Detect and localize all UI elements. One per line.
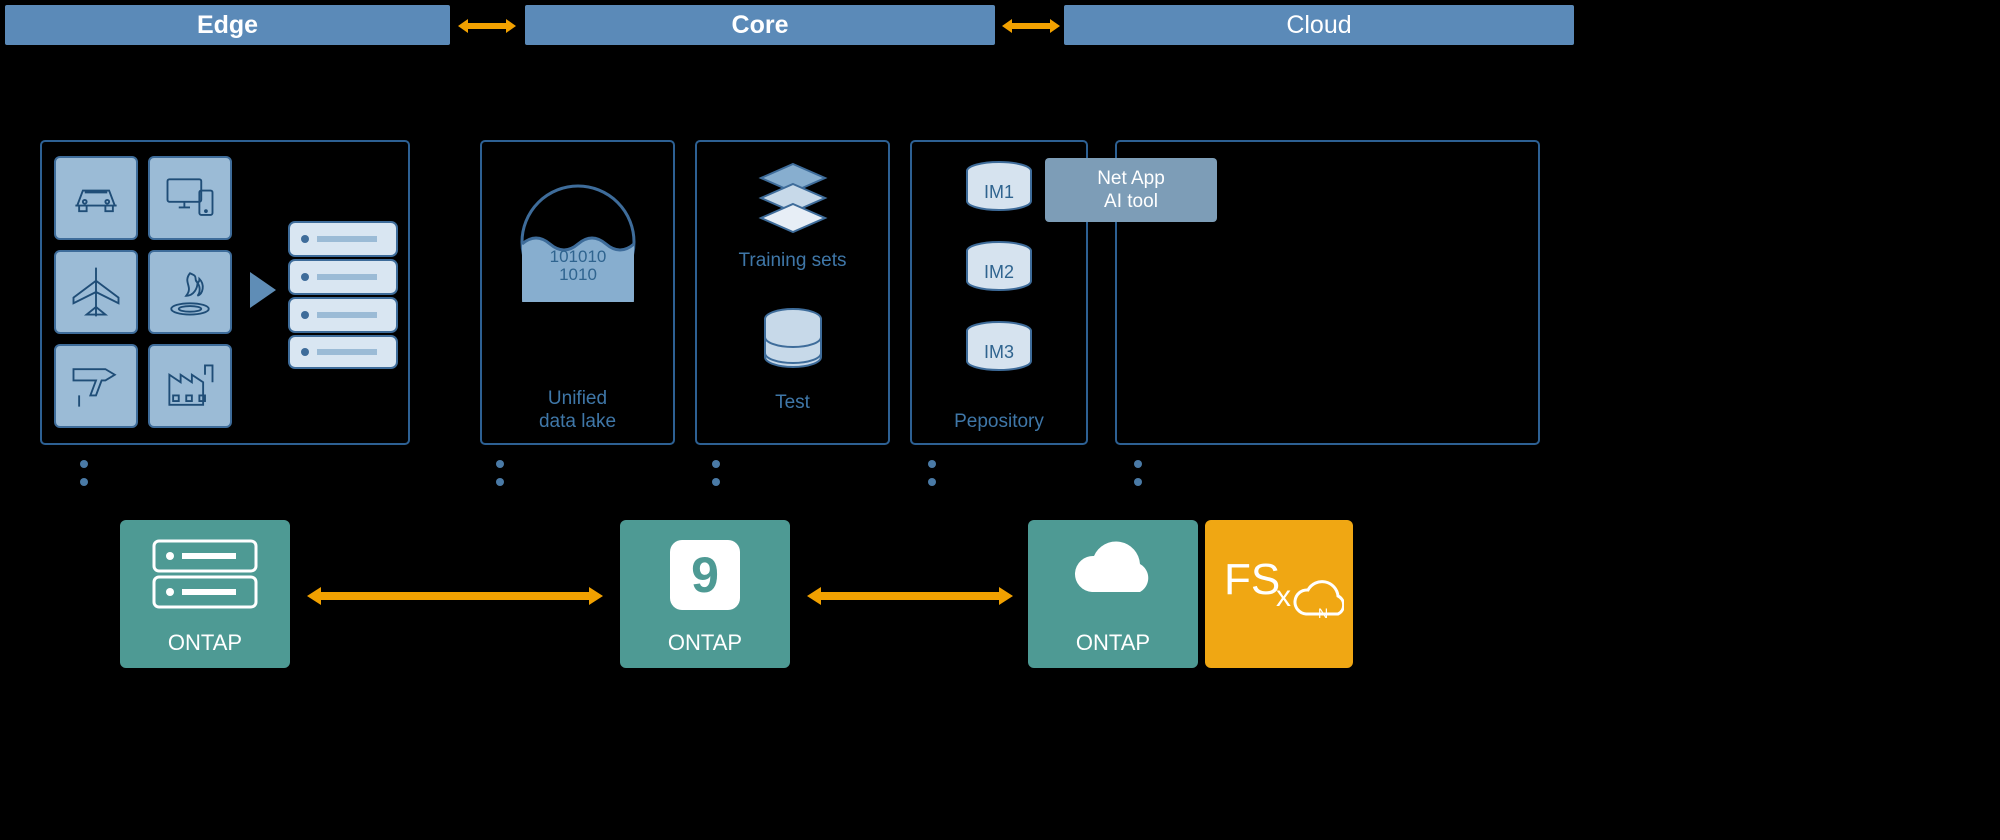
panel-data-lake: 101010 1010 Unified data lake (480, 140, 675, 445)
edge-server-icon (287, 220, 399, 375)
source-airplane-icon (54, 250, 138, 334)
repo-item-im2: IM2 (960, 240, 1038, 298)
ontap-edge-label: ONTAP (168, 630, 242, 656)
header-edge: Edge (5, 5, 450, 45)
connector-dots-repo (928, 460, 936, 486)
test-label: Test (697, 392, 888, 414)
arrow-ontap-edge-core-icon (305, 585, 605, 612)
arrow-core-cloud-icon (1000, 17, 1062, 35)
repo-item-im3: IM3 (960, 320, 1038, 378)
ontap-edge-card: ONTAP (120, 520, 290, 668)
panel-training-test: Training sets Test (695, 140, 890, 445)
play-arrow-icon (250, 272, 276, 308)
ontap-core-label: ONTAP (668, 630, 742, 656)
ontap-server-icon (120, 520, 290, 630)
ontap-cloud-label: ONTAP (1076, 630, 1150, 656)
panel-edge (40, 140, 410, 445)
arrow-edge-core-icon (456, 17, 518, 35)
fsx-card: FS x N (1205, 520, 1353, 668)
source-monitor-mobile-icon (148, 156, 232, 240)
svg-text:x: x (1276, 580, 1291, 613)
source-factory-icon (148, 344, 232, 428)
netapp-ai-tool-card: Net App AI tool (1045, 158, 1217, 222)
header-cloud: Cloud (1064, 5, 1574, 45)
ontap-cloud-card: ONTAP (1028, 520, 1198, 668)
connector-dots-train (712, 460, 720, 486)
repo-item-im1: IM1 (960, 160, 1038, 218)
repository-label: Pepository (912, 410, 1086, 433)
connector-dots-lake (496, 460, 504, 486)
connector-dots-edge (80, 460, 88, 486)
arrow-ontap-core-cloud-icon (805, 585, 1015, 612)
data-lake-icon: 101010 1010 (518, 182, 638, 302)
connector-dots-cloud (1134, 460, 1142, 486)
header-core: Core (525, 5, 995, 45)
source-fire-icon (148, 250, 232, 334)
ontap-version-badge: 9 (670, 540, 740, 610)
svg-text:101010: 101010 (549, 247, 606, 266)
ontap-core-card: 9 ONTAP (620, 520, 790, 668)
svg-text:1010: 1010 (559, 265, 597, 284)
svg-text:FS: FS (1224, 555, 1280, 604)
data-lake-label: Unified data lake (482, 387, 673, 433)
source-car-icon (54, 156, 138, 240)
svg-text:N: N (1318, 605, 1328, 621)
ontap-cloud-icon (1028, 520, 1198, 630)
source-camera-icon (54, 344, 138, 428)
training-sets-icon (753, 160, 833, 240)
test-database-icon (758, 307, 828, 377)
training-label: Training sets (697, 250, 888, 272)
